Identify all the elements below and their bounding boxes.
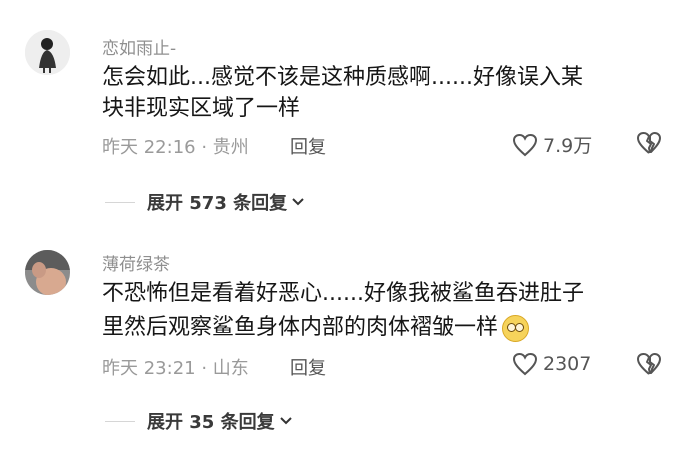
divider [105,420,135,422]
emoji-icon [502,314,530,342]
comment-meta: 昨天 23:21 · 山东 [102,358,249,379]
comment-text-line: 里然后观察鲨鱼身体内部的肉体褶皱一样 [102,312,652,343]
comment-text-line: 块非现实区域了一样 [102,96,301,121]
dislike-button[interactable] [636,131,662,159]
comment-item: 薄荷绿茶 不恐怖但是看着好恶心......好像我被鲨鱼吞进肚子 里然后观察鲨鱼身… [0,225,690,453]
comment-text: 里然后观察鲨鱼身体内部的肉体褶皱一样 [102,315,499,340]
like-count: 2307 [543,353,592,375]
dislike-button[interactable] [636,352,662,380]
comment-text-line: 不恐怖但是看着好恶心......好像我被鲨鱼吞进肚子 [102,281,584,306]
avatar-silhouette-icon [25,30,70,75]
avatar-photo-icon [25,250,70,295]
expand-replies-label: 展开 35 条回复 [147,412,275,433]
like-button[interactable]: 2307 [512,352,591,376]
heart-icon [512,133,538,156]
like-button[interactable]: 7.9万 [512,131,592,158]
username[interactable]: 薄荷绿茶 [102,250,170,275]
avatar[interactable] [25,30,70,75]
expand-replies-label: 展开 573 条回复 [147,193,288,214]
avatar[interactable] [25,250,70,295]
reply-button[interactable]: 回复 [290,354,326,380]
expand-replies[interactable]: 展开 35 条回复 [105,408,294,434]
divider [105,201,135,203]
expand-replies[interactable]: 展开 573 条回复 [105,189,306,215]
username[interactable]: 恋如雨止- [102,34,176,59]
chevron-down-icon [279,417,292,425]
chevron-down-icon [292,198,304,206]
like-count: 7.9万 [543,135,593,157]
broken-heart-icon [637,353,661,375]
comment-item: 恋如雨止- 怎会如此...感觉不该是这种质感啊......好像误入某 块非现实区… [0,0,690,225]
broken-heart-icon [637,132,661,154]
reply-button[interactable]: 回复 [290,133,326,159]
heart-icon [512,352,538,376]
comment-meta: 昨天 22:16 · 贵州 [102,137,249,158]
comment-text-line: 怎会如此...感觉不该是这种质感啊......好像误入某 [102,65,583,90]
